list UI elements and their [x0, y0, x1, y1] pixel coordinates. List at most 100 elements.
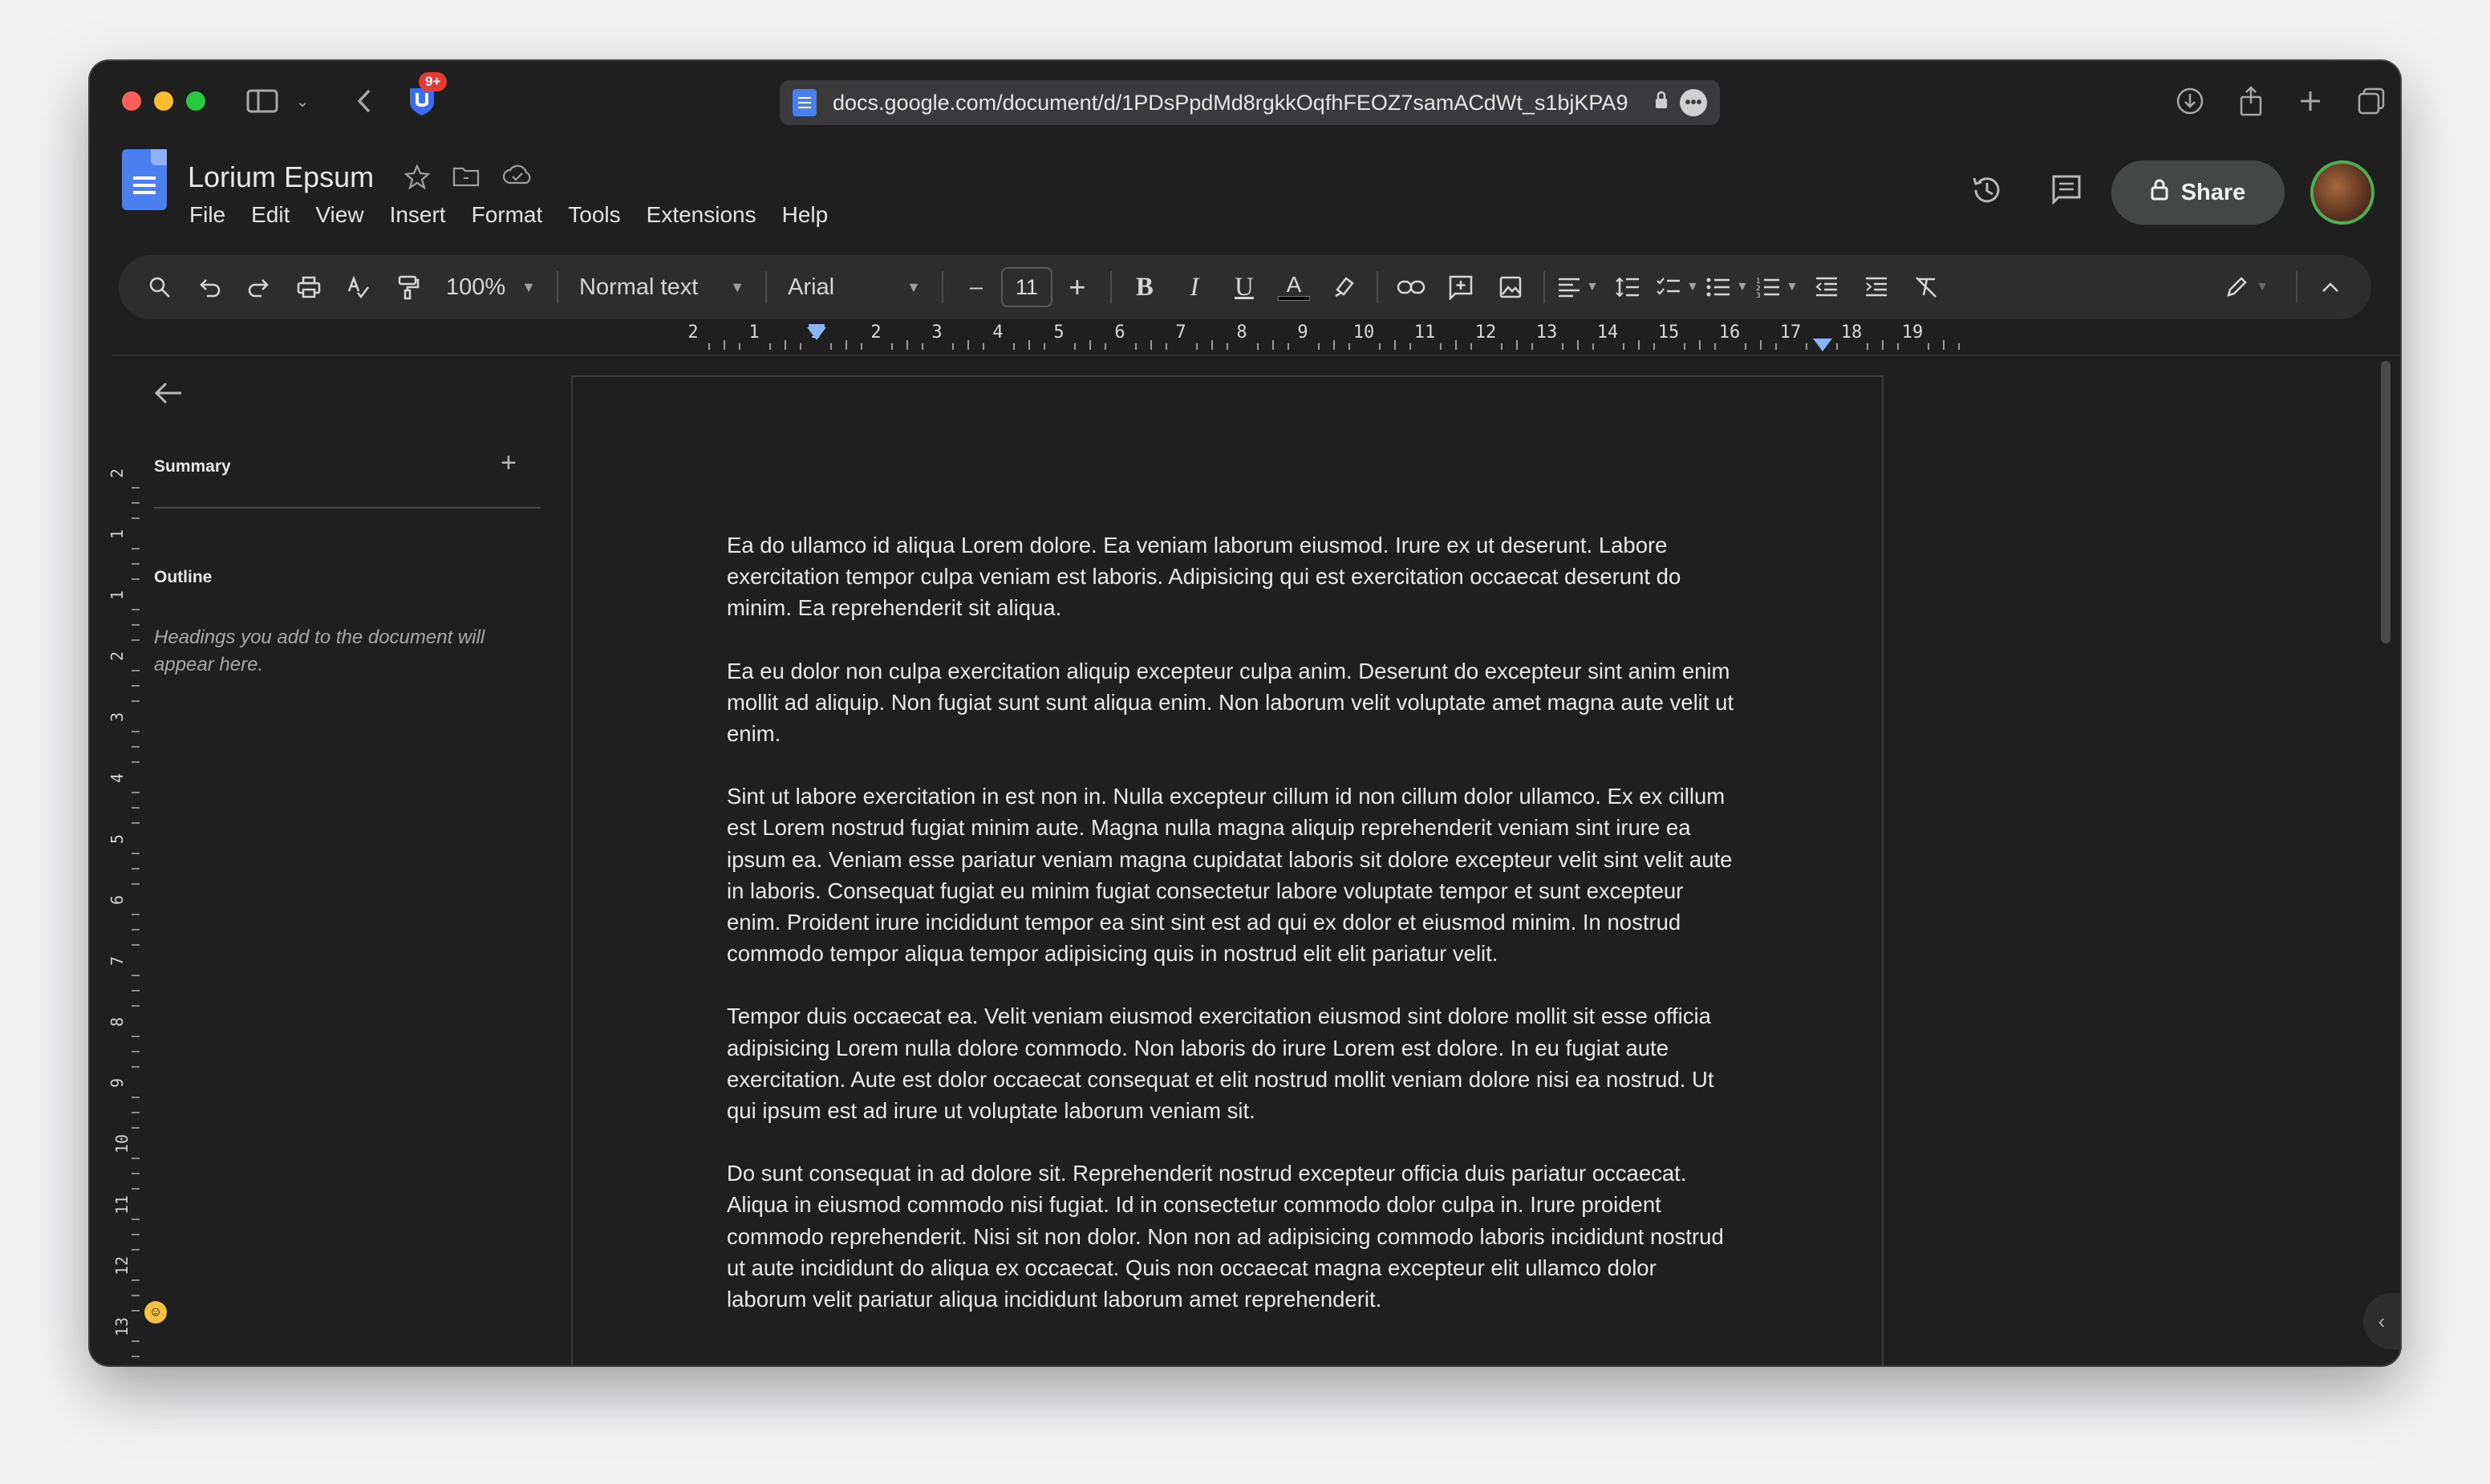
toolbar-divider: [2296, 271, 2297, 303]
document-body[interactable]: Ea do ullamco id aliqua Lorem dolore. Ea…: [727, 529, 1738, 1346]
user-avatar[interactable]: [2310, 160, 2374, 225]
print-icon[interactable]: [284, 265, 334, 310]
paragraph[interactable]: Sint ut labore exercitation in est non i…: [727, 781, 1738, 969]
cloud-status-icon[interactable]: [502, 164, 533, 196]
underline-button[interactable]: U: [1219, 265, 1269, 310]
address-bar[interactable]: docs.google.com/document/d/1PDsPpdMd8rgk…: [780, 80, 1720, 125]
menu-file[interactable]: File: [189, 202, 225, 228]
decrease-font-size-button[interactable]: –: [951, 265, 1001, 310]
left-indent-marker[interactable]: [807, 327, 826, 340]
numbered-list-select[interactable]: 123 ▼: [1752, 265, 1802, 310]
undo-icon[interactable]: [185, 265, 234, 310]
ruler-tick: [132, 1295, 140, 1296]
close-outline-icon[interactable]: [154, 379, 183, 413]
vertical-ruler[interactable]: 2 1 1 2 3 4 5 6 7 8 9 10 11 12 13: [107, 366, 141, 1365]
clear-formatting-icon[interactable]: [1901, 265, 1951, 310]
sidebar-toggle-icon[interactable]: [242, 83, 282, 119]
paragraph-style-select[interactable]: Normal text ▼: [566, 274, 757, 301]
document-page[interactable]: Ea do ullamco id aliqua Lorem dolore. Ea…: [571, 375, 1884, 1365]
search-menus-icon[interactable]: [135, 265, 185, 310]
font-value: Arial: [788, 274, 835, 300]
hide-menus-icon[interactable]: [2305, 265, 2355, 310]
menu-insert[interactable]: Insert: [390, 202, 446, 228]
ruler-tick: [1028, 340, 1030, 350]
document-title[interactable]: Lorium Epsum: [188, 160, 374, 194]
text-color-swatch: [1277, 296, 1310, 301]
ruler-tick: [132, 685, 140, 687]
paint-format-icon[interactable]: [383, 265, 433, 310]
highlight-color-icon[interactable]: [1319, 265, 1369, 310]
outline-hint: Headings you add to the document will ap…: [154, 626, 485, 675]
line-spacing-icon[interactable]: [1603, 265, 1653, 310]
text-color-button[interactable]: A: [1269, 265, 1319, 310]
ruler-tick: [1562, 343, 1563, 350]
increase-indent-icon[interactable]: [1851, 265, 1901, 310]
version-history-icon[interactable]: [1970, 173, 2004, 215]
downloads-icon[interactable]: [2172, 83, 2208, 119]
align-select[interactable]: ▼: [1553, 265, 1603, 310]
menu-edit[interactable]: Edit: [251, 202, 290, 228]
ruler-number: 2: [870, 322, 882, 343]
new-tab-icon[interactable]: [2293, 83, 2328, 119]
share-button[interactable]: Share: [2111, 160, 2285, 225]
right-indent-marker[interactable]: [1813, 339, 1832, 351]
tab-overview-icon[interactable]: [2354, 83, 2389, 119]
add-summary-icon[interactable]: +: [501, 448, 517, 479]
ruler-tick: [1958, 343, 1960, 350]
menu-extensions[interactable]: Extensions: [647, 202, 756, 228]
first-line-indent-marker[interactable]: [809, 324, 825, 329]
paragraph[interactable]: Ea do ullamco id aliqua Lorem dolore. Ea…: [727, 529, 1738, 624]
checklist-select[interactable]: ▼: [1653, 265, 1702, 310]
insert-link-icon[interactable]: [1386, 265, 1436, 310]
minimize-window-button[interactable]: [154, 91, 173, 111]
title-actions: [404, 164, 533, 196]
close-window-button[interactable]: [122, 91, 141, 111]
ruler-tick: [1470, 343, 1472, 350]
move-folder-icon[interactable]: [452, 164, 480, 196]
ruler-tick: [1836, 343, 1838, 350]
spellcheck-icon[interactable]: [334, 265, 383, 310]
italic-button[interactable]: I: [1170, 265, 1219, 310]
menu-tools[interactable]: Tools: [568, 202, 620, 228]
ruler-number: 3: [107, 712, 128, 723]
redo-icon[interactable]: [234, 265, 284, 310]
insert-image-icon[interactable]: [1486, 265, 1535, 310]
back-arrow-icon[interactable]: [348, 83, 380, 119]
menu-view[interactable]: View: [315, 202, 363, 228]
horizontal-ruler[interactable]: 2 1 1 2 3 4 5 6 7 8 9 10 11 12 13 14 15 16 17 18 19: [571, 319, 2240, 355]
font-size-input[interactable]: 11: [1000, 267, 1052, 307]
add-comment-icon[interactable]: [1436, 265, 1486, 310]
paragraph[interactable]: Tempor duis occaecat ea. Velit veniam ei…: [727, 1000, 1738, 1126]
ruler-tick: [132, 1097, 140, 1098]
lock-icon: [1654, 91, 1669, 116]
font-select[interactable]: Arial ▼: [775, 274, 934, 301]
menu-help[interactable]: Help: [782, 202, 829, 228]
menu-format[interactable]: Format: [472, 202, 543, 228]
star-icon[interactable]: [404, 164, 431, 196]
ruler-tick: [1455, 340, 1457, 350]
ruler-tick: [132, 853, 140, 854]
bold-button[interactable]: B: [1120, 265, 1170, 310]
paragraph[interactable]: Do sunt consequat in ad dolore sit. Repr…: [727, 1158, 1738, 1315]
editing-mode-select[interactable]: ▼: [2222, 265, 2272, 310]
paragraph[interactable]: Ea eu dolor non culpa exercitation aliqu…: [727, 655, 1738, 750]
ruler-number: 4: [107, 772, 128, 784]
increase-font-size-button[interactable]: +: [1052, 265, 1102, 310]
zoom-select[interactable]: 100% ▼: [433, 274, 549, 301]
decrease-indent-icon[interactable]: [1802, 265, 1851, 310]
emoji-icon[interactable]: ☺: [144, 1301, 167, 1324]
comment-icon[interactable]: [2050, 173, 2082, 213]
bulleted-list-select[interactable]: ▼: [1702, 265, 1752, 310]
sidebar-divider: [154, 507, 541, 509]
page-menu-icon[interactable]: •••: [1680, 89, 1707, 116]
chevron-down-icon[interactable]: ⌄: [290, 83, 314, 119]
ruler-number: 1: [107, 590, 128, 601]
outline-heading: Outline: [154, 568, 213, 586]
vertical-scrollbar[interactable]: [2381, 361, 2391, 643]
share-page-icon[interactable]: [2233, 83, 2269, 119]
docs-logo-icon[interactable]: [122, 149, 167, 210]
ruler-tick: [132, 807, 140, 809]
ruler-tick: [132, 1173, 140, 1174]
side-panel-toggle-icon[interactable]: ‹: [2363, 1293, 2400, 1349]
zoom-window-button[interactable]: [186, 91, 205, 111]
